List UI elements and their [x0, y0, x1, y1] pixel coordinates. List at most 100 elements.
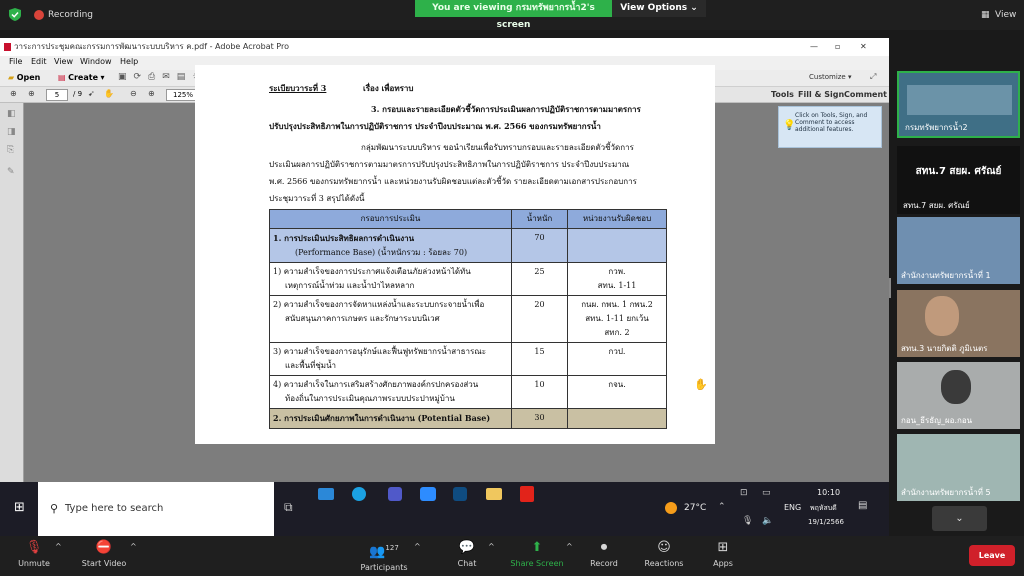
hand-cursor-icon: ✋	[694, 378, 708, 391]
attachments-icon[interactable]: ⎘	[7, 145, 14, 155]
network-icon[interactable]: ⊡	[740, 488, 748, 498]
participant-name: สำนักงานทรัพยากรน้ำที่ 1	[901, 271, 991, 280]
screen-share-tile[interactable]: กรมทรัพยากรน้ำ2	[897, 71, 1020, 138]
participants-label: Participants	[360, 563, 408, 573]
window-title: วาระการประชุมคณะกรรมการพัฒนาระบบบริหาร ค…	[14, 42, 289, 51]
mail-icon[interactable]	[318, 488, 334, 500]
select-tool-icon[interactable]: ➹	[88, 89, 95, 98]
section-2-unit	[567, 408, 667, 429]
participants-chevron-icon[interactable]: ^	[414, 542, 421, 551]
comment-pane-tab[interactable]: Comment	[844, 90, 887, 99]
page-number-input[interactable]: 5	[46, 89, 68, 101]
panel-resize-handle[interactable]	[889, 278, 891, 298]
edge-icon[interactable]	[352, 487, 366, 501]
section-2-row: 2. การประเมินศักยภาพในการดำเนินงาน (Pote…	[269, 408, 667, 429]
folder-icon: ▰	[8, 73, 15, 82]
participants-icon: 👥127	[369, 544, 399, 560]
taskbar-search-box[interactable]: ⚲ Type here to search	[38, 482, 274, 536]
minimize-button[interactable]: —	[810, 38, 818, 56]
customize-button[interactable]: Customize ▾	[809, 73, 852, 81]
agenda-subject: เรื่อง เพื่อทราบ	[363, 83, 414, 93]
prev-page-icon[interactable]: ⊕	[10, 89, 17, 98]
tray-chevron-icon[interactable]: ⌃	[718, 502, 726, 512]
zoom-out-icon[interactable]: ⊖	[130, 89, 137, 98]
video-options-chevron-icon[interactable]: ^	[130, 542, 137, 551]
chat-button[interactable]: 💬 Chat	[452, 540, 482, 568]
notifications-icon[interactable]: ▤	[858, 500, 867, 511]
leave-button[interactable]: Leave	[969, 545, 1015, 566]
windows-start-icon[interactable]: ⊞	[14, 500, 25, 515]
view-options-button[interactable]: View Options ⌄	[612, 0, 706, 17]
share-screen-button[interactable]: ⬆ Share Screen	[509, 540, 565, 568]
audio-options-chevron-icon[interactable]: ^	[55, 542, 62, 551]
close-button[interactable]: ✕	[860, 38, 867, 56]
unmute-button[interactable]: 🎙 Unmute	[14, 540, 54, 568]
chat-icon: 💬	[458, 540, 476, 555]
header-weight: น้ำหนัก	[511, 209, 568, 229]
participant-tile[interactable]: สำนักงานทรัพยากรน้ำที่ 1	[897, 217, 1020, 284]
signatures-icon[interactable]: ✎	[7, 167, 15, 177]
participant-tile[interactable]: กอน_ธีรธัญ_ผอ.กอน	[897, 362, 1020, 429]
section-2-label: 2. การประเมินศักยภาพในการดำเนินงาน (Pote…	[273, 413, 491, 423]
table-row: 3) ความสำเร็จของการอนุรักษ์และฟื้นฟูทรัพ…	[269, 342, 667, 376]
next-page-icon[interactable]: ⊕	[28, 89, 35, 98]
participant-name: สทน.3 นายกิตติ ภูมิเนตร	[901, 344, 988, 353]
chat-chevron-icon[interactable]: ^	[488, 542, 495, 551]
volume-icon[interactable]: 🔈	[762, 516, 773, 526]
input-language[interactable]: ENG	[784, 503, 801, 512]
participant-name: กอน_ธีรธัญ_ผอ.กอน	[901, 416, 973, 425]
menu-edit[interactable]: Edit	[31, 57, 47, 66]
task-view-icon[interactable]: ⧉	[284, 500, 293, 515]
share-chevron-icon[interactable]: ^	[566, 542, 573, 551]
hand-tool-icon[interactable]: ✋	[104, 89, 114, 98]
open-button[interactable]: ▰ Open	[8, 73, 40, 82]
speaker-name-banner: สทน.7 สยผ. ศรัณย์	[897, 146, 1020, 198]
agenda-label: ระเบียบวาระที่ 3	[269, 83, 327, 93]
fill-sign-pane-tab[interactable]: Fill & Sign	[798, 90, 844, 99]
participants-button[interactable]: 👥127 Participants	[358, 540, 410, 572]
header-unit: หน่วยงานรับผิดชอบ	[567, 209, 667, 229]
reactions-icon: ☺	[657, 540, 671, 555]
row-3-weight: 15	[511, 342, 568, 376]
menu-file[interactable]: File	[9, 57, 22, 66]
pdf-icon	[4, 43, 11, 51]
row-1-weight: 25	[511, 262, 568, 296]
clock-day: พฤหัสบดี	[810, 504, 837, 512]
teams-icon[interactable]	[388, 487, 402, 501]
navigation-pane: ◧ ◨ ⎘ ✎	[0, 103, 24, 482]
menu-view[interactable]: View	[54, 57, 73, 66]
row-1-unit: กวพ. สทน. 1-11	[567, 262, 667, 296]
apps-button[interactable]: ⊞ Apps	[708, 540, 738, 568]
webex-icon[interactable]	[453, 487, 467, 501]
view-button[interactable]: View	[995, 10, 1016, 20]
heading-line-2: ปรับปรุงประสิทธิภาพในการปฏิบัติราชการ ปร…	[269, 121, 601, 131]
participant-tile[interactable]: สทน.3 นายกิตติ ภูมิเนตร	[897, 290, 1020, 357]
menu-help[interactable]: Help	[120, 57, 138, 66]
acrobat-taskbar-icon[interactable]	[520, 486, 534, 502]
view-grid-icon[interactable]: ▦	[981, 10, 990, 20]
clock-time[interactable]: 10:10	[817, 488, 840, 497]
microphone-tray-icon[interactable]: 🎙	[742, 516, 753, 526]
weather-temp[interactable]: 27°C	[684, 503, 706, 513]
bookmarks-icon[interactable]: ◨	[7, 127, 16, 137]
open-label: Open	[16, 73, 41, 82]
zoom-app-icon[interactable]	[420, 487, 436, 501]
file-explorer-icon[interactable]	[486, 488, 502, 500]
tools-pane-tab[interactable]: Tools	[771, 90, 794, 99]
create-button[interactable]: ▤ Create ▾	[58, 73, 105, 82]
reactions-button[interactable]: ☺ Reactions	[642, 540, 686, 568]
page-thumbnails-icon[interactable]: ◧	[7, 109, 16, 119]
participant-tile[interactable]: สำนักงานทรัพยากรน้ำที่ 5	[897, 434, 1020, 501]
battery-icon[interactable]: ▭	[762, 488, 771, 498]
record-button[interactable]: ⏺ Record	[586, 540, 622, 568]
acrobat-title-bar: วาระการประชุมคณะกรรมการพัฒนาระบบบริหาร ค…	[0, 38, 889, 56]
participant-tile[interactable]: สทน.7 สยผ. ศรัณย์	[897, 198, 1020, 214]
maximize-button[interactable]: ▫	[835, 38, 840, 56]
start-video-button[interactable]: ⛔ Start Video	[78, 540, 130, 568]
scroll-down-button[interactable]: ⌄	[932, 506, 987, 531]
zoom-in-icon[interactable]: ⊕	[148, 89, 155, 98]
menu-window[interactable]: Window	[80, 57, 112, 66]
shield-icon	[9, 8, 21, 21]
expand-icon[interactable]: ⤢	[870, 72, 876, 82]
share-screen-icon: ⬆	[531, 540, 543, 555]
